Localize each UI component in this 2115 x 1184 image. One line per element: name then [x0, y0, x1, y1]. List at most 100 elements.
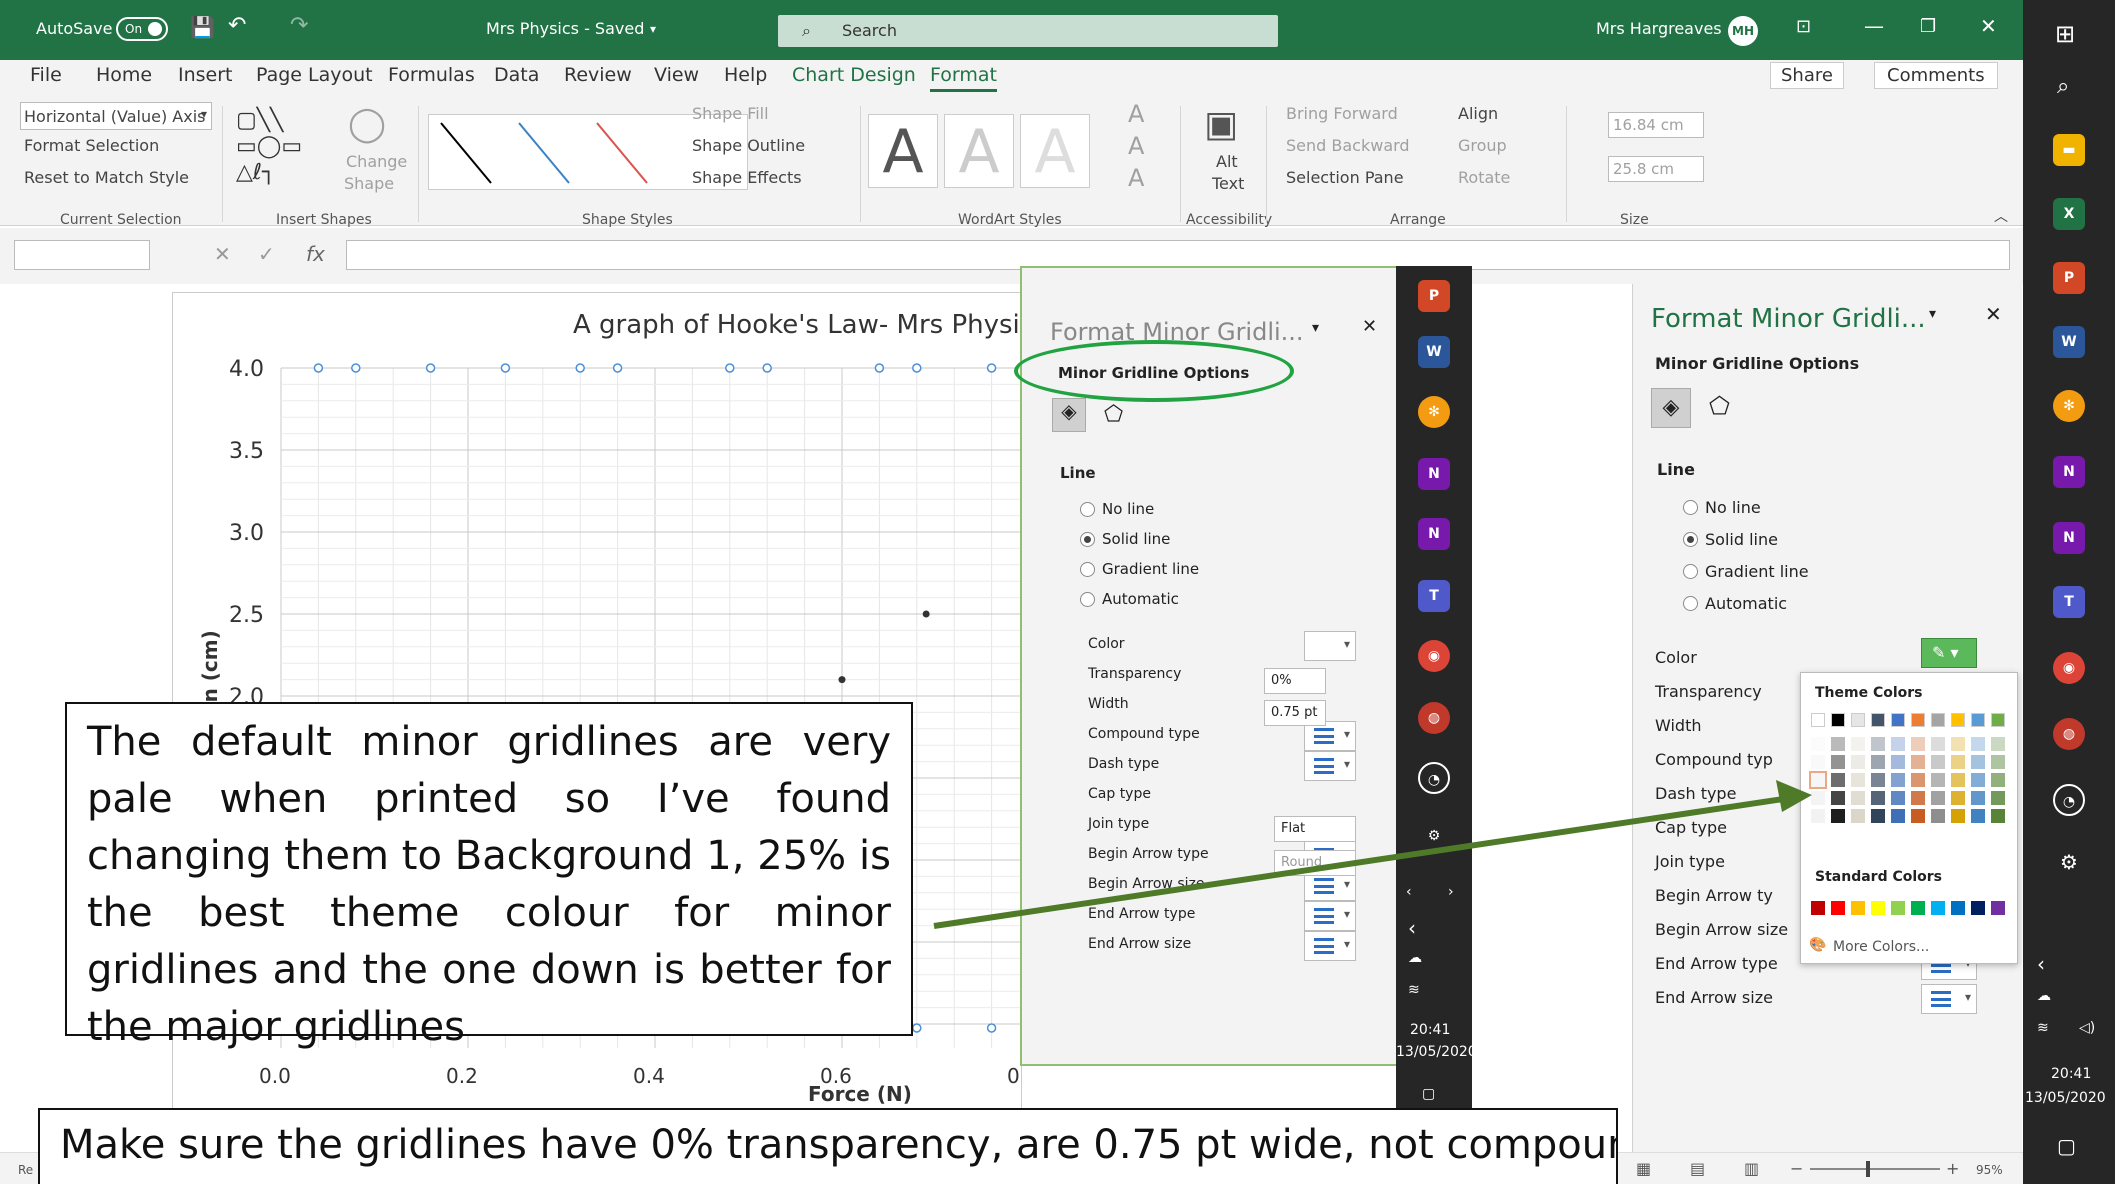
theme-shade-swatch[interactable] — [1951, 755, 1965, 769]
file-explorer-icon[interactable]: ▬ — [2053, 134, 2085, 166]
theme-shade-swatch[interactable] — [1911, 791, 1925, 805]
close-pane-icon[interactable]: ✕ — [1985, 302, 2002, 326]
selection-handle[interactable] — [313, 363, 324, 373]
onenote-icon-2[interactable]: N — [2053, 522, 2085, 554]
line-section-header[interactable]: Line — [1657, 460, 1695, 479]
theme-shade-swatch[interactable] — [1931, 791, 1945, 805]
theme-shade-swatch[interactable] — [1809, 771, 1827, 789]
bring-forward-button[interactable]: Bring Forward — [1286, 104, 1398, 123]
transparency-input[interactable]: 0% — [1264, 668, 1326, 694]
selection-handle[interactable] — [912, 1023, 922, 1033]
radio-gradient-line[interactable] — [1080, 562, 1095, 577]
send-backward-button[interactable]: Send Backward — [1286, 136, 1410, 155]
theme-shade-swatch[interactable] — [1951, 773, 1965, 787]
standard-color-swatch[interactable] — [1811, 901, 1825, 915]
chart-title[interactable]: A graph of Hooke's Law- Mrs Physic — [573, 310, 1023, 340]
enter-icon[interactable]: ✓ — [258, 242, 275, 266]
tab-help[interactable]: Help — [724, 64, 767, 86]
selection-pane-button[interactable]: Selection Pane — [1286, 168, 1404, 187]
theme-shade-swatch[interactable] — [1911, 773, 1925, 787]
theme-shade-swatch[interactable] — [1971, 737, 1985, 751]
theme-shade-swatch[interactable] — [1851, 773, 1865, 787]
pane-options-icon[interactable]: ▾ — [1312, 320, 1319, 336]
theme-shade-swatch[interactable] — [1811, 755, 1825, 769]
zoom-slider-thumb[interactable] — [1866, 1161, 1870, 1177]
volume-icon[interactable]: ◁) — [2079, 1020, 2095, 1036]
cancel-icon[interactable]: ✕ — [214, 242, 231, 266]
text-effects-icon[interactable]: A — [1128, 164, 1144, 192]
theme-shade-swatch[interactable] — [1911, 755, 1925, 769]
theme-shade-swatch[interactable] — [1871, 755, 1885, 769]
pane-options-icon[interactable]: ▾ — [1929, 306, 1936, 322]
wifi-icon[interactable]: ≋ — [2037, 1020, 2049, 1036]
text-fill-icon[interactable]: A — [1128, 100, 1144, 128]
avatar[interactable]: MH — [1728, 16, 1758, 46]
clock-date[interactable]: 13/05/2020 — [2025, 1090, 2106, 1106]
notification-icon[interactable]: ▢ — [1422, 1086, 1435, 1102]
tab-insert[interactable]: Insert — [178, 64, 233, 86]
theme-color-swatch[interactable] — [1971, 713, 1985, 727]
data-point[interactable] — [838, 676, 846, 684]
zoom-out-icon[interactable]: − — [1790, 1159, 1803, 1178]
theme-shade-swatch[interactable] — [1871, 773, 1885, 787]
fill-line-icon[interactable]: ◈ — [1052, 398, 1086, 432]
excel-icon[interactable]: X — [2053, 198, 2085, 230]
clock-date[interactable]: 13/05/2020 — [1396, 1044, 1477, 1060]
comments-button[interactable]: Comments — [1874, 62, 1998, 89]
chevron-right-icon[interactable]: › — [1448, 884, 1454, 900]
ribbon-display-icon[interactable]: ⊡ — [1796, 16, 1811, 37]
theme-shade-swatch[interactable] — [1951, 809, 1965, 823]
radio-solid-line[interactable] — [1683, 532, 1698, 547]
theme-shade-swatch[interactable] — [1971, 773, 1985, 787]
text-outline-icon[interactable]: A — [1128, 132, 1144, 160]
search-box[interactable]: ⌕ Search — [778, 15, 1278, 47]
reset-style-button[interactable]: Reset to Match Style — [24, 168, 189, 187]
shape-width-input[interactable]: 25.8 cm — [1608, 156, 1704, 182]
theme-shade-swatch[interactable] — [1851, 755, 1865, 769]
cap-type-select[interactable]: Flat — [1274, 816, 1356, 842]
theme-shade-swatch[interactable] — [1831, 737, 1845, 751]
theme-shade-swatch[interactable] — [1831, 809, 1845, 823]
theme-shade-swatch[interactable] — [1911, 737, 1925, 751]
pane-row-dropdown[interactable] — [1304, 931, 1356, 961]
selection-handle[interactable] — [500, 363, 511, 373]
theme-shade-swatch[interactable] — [1871, 809, 1885, 823]
tab-page-layout[interactable]: Page Layout — [256, 64, 373, 86]
app-icon-2[interactable]: ◍ — [1418, 702, 1450, 734]
selection-handle[interactable] — [874, 363, 885, 373]
color-button[interactable] — [1304, 631, 1356, 661]
theme-shade-swatch[interactable] — [1891, 773, 1905, 787]
close-pane-icon[interactable]: ✕ — [1362, 316, 1377, 337]
gear-icon[interactable]: ⚙ — [1418, 820, 1450, 852]
name-box[interactable] — [14, 240, 150, 270]
doc-title[interactable]: Mrs Physics - Saved — [486, 19, 644, 38]
shape-outline-button[interactable]: Shape Outline — [692, 136, 805, 155]
theme-shade-swatch[interactable] — [1831, 791, 1845, 805]
radio-no-line[interactable] — [1683, 500, 1698, 515]
theme-color-swatch[interactable] — [1831, 713, 1845, 727]
theme-color-swatch[interactable] — [1931, 713, 1945, 727]
onedrive-icon[interactable]: ☁ — [1408, 950, 1422, 966]
standard-color-swatch[interactable] — [1851, 901, 1865, 915]
onedrive-icon[interactable]: ☁ — [2037, 988, 2051, 1004]
page-layout-icon[interactable]: ▤ — [1690, 1159, 1705, 1178]
theme-shade-swatch[interactable] — [1811, 737, 1825, 751]
effects-icon[interactable]: ⬠ — [1709, 392, 1730, 420]
pane-row-dropdown[interactable] — [1304, 751, 1356, 781]
chart-element-dropdown[interactable]: Horizontal (Value) Axis ▾ — [20, 102, 212, 130]
standard-color-swatch[interactable] — [1831, 901, 1845, 915]
tab-view[interactable]: View — [654, 64, 699, 86]
tab-file[interactable]: File — [30, 64, 62, 86]
wordart-style-3[interactable]: A — [1020, 114, 1090, 188]
redo-icon[interactable]: ↷ — [290, 13, 308, 38]
chevron-left-icon[interactable]: ‹ — [2037, 952, 2045, 976]
format-selection-button[interactable]: Format Selection — [24, 136, 159, 155]
theme-shade-swatch[interactable] — [1891, 755, 1905, 769]
tab-chart-design[interactable]: Chart Design — [792, 64, 916, 86]
undo-icon[interactable]: ↶ — [228, 13, 246, 38]
change-shape-icon[interactable]: ◯ — [348, 104, 386, 144]
chrome-icon[interactable]: ◉ — [1418, 640, 1450, 672]
selection-handle[interactable] — [986, 1023, 997, 1033]
app-icon[interactable]: ✻ — [2053, 390, 2085, 422]
teams-icon[interactable]: T — [1418, 580, 1450, 612]
